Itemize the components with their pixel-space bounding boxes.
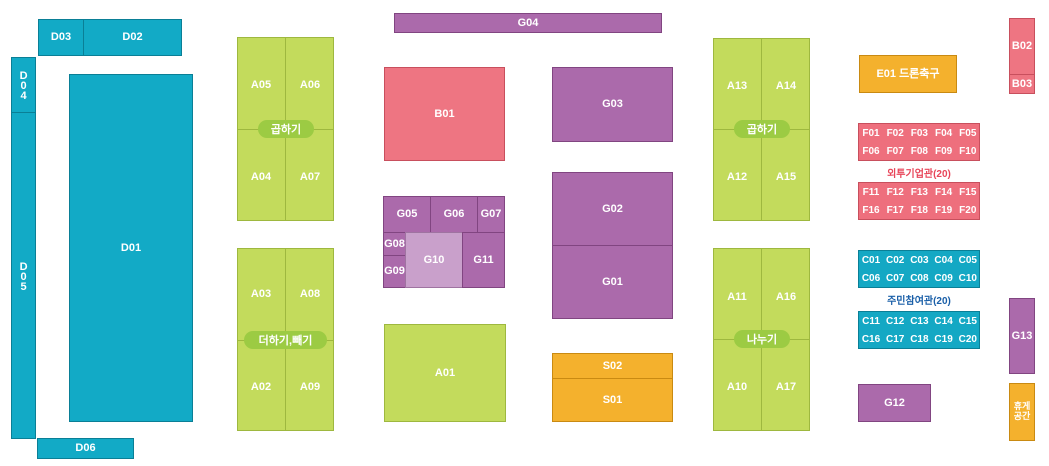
booth-f18[interactable]: F18 — [908, 202, 931, 219]
booth-f01[interactable]: F01 — [860, 125, 882, 142]
booth-f13[interactable]: F13 — [908, 184, 931, 201]
foreign-company-caption: 외투기업관(20) — [887, 169, 951, 180]
booth-c18[interactable]: C18 — [908, 331, 931, 348]
booth-d02[interactable]: D02 — [83, 19, 182, 56]
booth-a07[interactable]: A07 — [286, 157, 334, 197]
booth-g07[interactable]: G07 — [477, 196, 505, 233]
booth-g10[interactable]: G10 — [405, 232, 463, 288]
booth-f04[interactable]: F04 — [932, 125, 955, 142]
booth-a01[interactable]: A01 — [384, 324, 506, 422]
booth-d01[interactable]: D01 — [69, 74, 193, 422]
booth-f16[interactable]: F16 — [860, 202, 882, 219]
booth-f12[interactable]: F12 — [884, 184, 907, 201]
booth-d05[interactable]: D05 — [11, 112, 36, 439]
booth-f11[interactable]: F11 — [860, 184, 882, 201]
booth-a09[interactable]: A09 — [286, 367, 334, 407]
booth-g04[interactable]: G04 — [394, 13, 662, 33]
booth-c06[interactable]: C06 — [860, 270, 882, 287]
booth-g12[interactable]: G12 — [858, 384, 931, 422]
booth-g03[interactable]: G03 — [552, 67, 673, 142]
rest-area[interactable]: 휴게 공간 — [1009, 383, 1035, 441]
booth-f17[interactable]: F17 — [884, 202, 907, 219]
resident-caption: 주민참여관(20) — [887, 296, 951, 307]
booth-c17[interactable]: C17 — [884, 331, 907, 348]
booth-f09[interactable]: F09 — [932, 143, 955, 160]
booth-b01[interactable]: B01 — [384, 67, 505, 161]
booth-c03[interactable]: C03 — [908, 252, 931, 269]
booth-g08[interactable]: G08 — [383, 232, 406, 256]
booth-c02[interactable]: C02 — [884, 252, 907, 269]
booth-g13[interactable]: G13 — [1009, 298, 1035, 374]
booth-f03[interactable]: F03 — [908, 125, 931, 142]
booth-s01[interactable]: S01 — [552, 378, 673, 422]
booth-f10[interactable]: F10 — [956, 143, 979, 160]
booth-a08[interactable]: A08 — [286, 274, 334, 314]
booth-c14[interactable]: C14 — [932, 313, 955, 330]
booth-c12[interactable]: C12 — [884, 313, 907, 330]
booth-g02[interactable]: G02 — [552, 172, 673, 246]
zone-label-multiply-right: 곱하기 — [734, 120, 790, 138]
booth-d04-label: D04 — [17, 70, 30, 100]
booth-a11[interactable]: A11 — [713, 277, 761, 317]
booth-g01[interactable]: G01 — [552, 245, 673, 319]
booth-c07[interactable]: C07 — [884, 270, 907, 287]
booth-a10[interactable]: A10 — [713, 367, 761, 407]
booth-d05-label: D05 — [17, 260, 30, 291]
booth-c11[interactable]: C11 — [860, 313, 882, 330]
booth-c10[interactable]: C10 — [956, 270, 979, 287]
booth-f14[interactable]: F14 — [932, 184, 955, 201]
booth-c15[interactable]: C15 — [956, 313, 979, 330]
booth-c05[interactable]: C05 — [956, 252, 979, 269]
booth-b03[interactable]: B03 — [1009, 74, 1035, 94]
booth-a17[interactable]: A17 — [762, 367, 810, 407]
booth-d06[interactable]: D06 — [37, 438, 134, 459]
booth-c13[interactable]: C13 — [908, 313, 931, 330]
zone-label-divide: 나누기 — [734, 330, 790, 348]
booth-a15[interactable]: A15 — [762, 157, 810, 197]
booth-a03[interactable]: A03 — [237, 274, 285, 314]
booth-b02[interactable]: B02 — [1009, 18, 1035, 75]
booth-c04[interactable]: C04 — [932, 252, 955, 269]
booth-f08[interactable]: F08 — [908, 143, 931, 160]
booth-s02[interactable]: S02 — [552, 353, 673, 379]
booth-a12[interactable]: A12 — [713, 157, 761, 197]
booth-f19[interactable]: F19 — [932, 202, 955, 219]
booth-a05[interactable]: A05 — [237, 65, 285, 105]
booth-c20[interactable]: C20 — [956, 331, 979, 348]
booth-g05[interactable]: G05 — [383, 196, 431, 233]
booth-a13[interactable]: A13 — [713, 66, 761, 106]
booth-f02[interactable]: F02 — [884, 125, 907, 142]
booth-a16[interactable]: A16 — [762, 277, 810, 317]
booth-c16[interactable]: C16 — [860, 331, 882, 348]
booth-c08[interactable]: C08 — [908, 270, 931, 287]
booth-g11[interactable]: G11 — [462, 232, 505, 288]
booth-d04[interactable]: D04 — [11, 57, 36, 113]
booth-f15[interactable]: F15 — [956, 184, 979, 201]
booth-g06[interactable]: G06 — [430, 196, 478, 233]
booth-f05[interactable]: F05 — [956, 125, 979, 142]
booth-a14[interactable]: A14 — [762, 66, 810, 106]
booth-f06[interactable]: F06 — [860, 143, 882, 160]
booth-g09[interactable]: G09 — [383, 255, 406, 288]
booth-f07[interactable]: F07 — [884, 143, 907, 160]
booth-c01[interactable]: C01 — [860, 252, 882, 269]
booth-f20[interactable]: F20 — [956, 202, 979, 219]
booth-a06[interactable]: A06 — [286, 65, 334, 105]
booth-c09[interactable]: C09 — [932, 270, 955, 287]
booth-a02[interactable]: A02 — [237, 367, 285, 407]
booth-c19[interactable]: C19 — [932, 331, 955, 348]
zone-label-add-subtract: 더하기,빼기 — [244, 331, 327, 349]
booth-d03[interactable]: D03 — [38, 19, 84, 56]
booth-e01[interactable]: E01 드론축구 — [859, 55, 957, 93]
booth-a04[interactable]: A04 — [237, 157, 285, 197]
zone-label-multiply: 곱하기 — [258, 120, 314, 138]
